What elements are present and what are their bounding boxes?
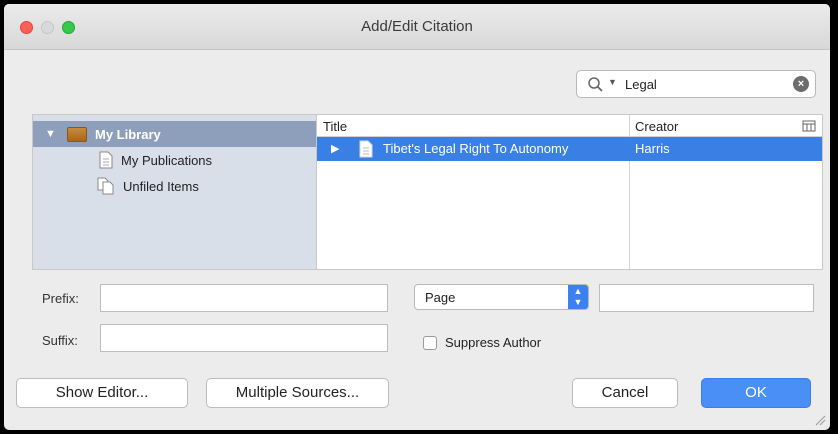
resize-handle-icon[interactable] xyxy=(814,414,826,426)
locator-field[interactable] xyxy=(599,284,814,312)
add-edit-citation-window: Add/Edit Citation ▼ × ▼ My Library My Pu… xyxy=(4,4,830,430)
item-creator: Harris xyxy=(635,141,670,156)
collection-my-library[interactable]: ▼ My Library xyxy=(33,121,316,147)
collection-label: My Library xyxy=(95,126,161,142)
collection-unfiled-items[interactable]: Unfiled Items xyxy=(33,173,316,199)
locator-type-value: Page xyxy=(425,290,456,305)
clear-search-icon[interactable]: × xyxy=(793,76,809,92)
search-field[interactable]: ▼ × xyxy=(576,70,816,98)
table-row[interactable]: ▶ Tibet's Legal Right To Autonomy Harris xyxy=(317,137,822,161)
unfiled-icon xyxy=(97,177,114,195)
search-input[interactable] xyxy=(625,77,785,92)
suffix-field[interactable] xyxy=(100,324,388,352)
cancel-button[interactable]: Cancel xyxy=(572,378,678,408)
suppress-author-label[interactable]: Suppress Author xyxy=(445,335,541,350)
library-browser: ▼ My Library My Publications Unfiled Ite… xyxy=(32,114,823,271)
column-header-title[interactable]: Title xyxy=(323,119,347,134)
collection-my-publications[interactable]: My Publications xyxy=(33,147,316,173)
items-pane: Title Creator ▶ Tibet's Legal Right To A… xyxy=(316,115,822,271)
search-mode-dropdown-icon[interactable]: ▼ xyxy=(608,77,617,87)
disclosure-triangle-icon[interactable]: ▼ xyxy=(45,128,57,140)
ok-button[interactable]: OK xyxy=(701,378,811,408)
locator-type-select[interactable]: Page ▲ ▼ xyxy=(414,284,589,310)
items-table-header: Title Creator xyxy=(317,115,822,137)
document-icon xyxy=(359,140,373,158)
prefix-field[interactable] xyxy=(100,284,388,312)
column-picker-icon[interactable] xyxy=(802,119,816,133)
show-editor-button[interactable]: Show Editor... xyxy=(16,378,188,408)
document-icon xyxy=(99,151,113,169)
column-header-creator[interactable]: Creator xyxy=(635,119,678,134)
select-stepper-icon: ▲ ▼ xyxy=(568,285,588,309)
multiple-sources-button[interactable]: Multiple Sources... xyxy=(206,378,389,408)
title-bar: Add/Edit Citation xyxy=(4,4,830,50)
expand-triangle-icon[interactable]: ▶ xyxy=(331,142,339,155)
suppress-author-checkbox[interactable] xyxy=(423,336,437,350)
collection-label: My Publications xyxy=(121,152,213,168)
library-icon xyxy=(67,126,87,142)
window-title: Add/Edit Citation xyxy=(361,18,473,35)
search-icon xyxy=(588,77,603,92)
collections-pane: ▼ My Library My Publications Unfiled Ite… xyxy=(33,115,316,269)
collection-label: Unfiled Items xyxy=(123,178,199,194)
suffix-label: Suffix: xyxy=(42,333,78,348)
item-title: Tibet's Legal Right To Autonomy xyxy=(383,141,569,156)
prefix-label: Prefix: xyxy=(42,291,79,306)
